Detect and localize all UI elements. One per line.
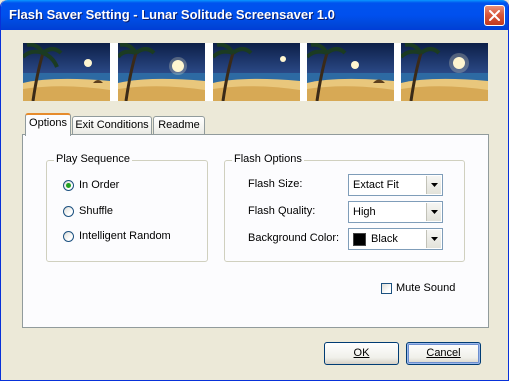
options-panel: Play Sequence In Order Shuffle Intellige…	[22, 134, 489, 328]
close-icon	[489, 10, 500, 21]
select-value: Black	[371, 233, 398, 245]
dropdown-button[interactable]	[426, 203, 441, 221]
chevron-down-icon	[431, 210, 438, 214]
screensaver-preview-banner	[23, 43, 488, 101]
radio-selected-dot	[66, 183, 71, 188]
select-value: High	[353, 206, 376, 218]
radio-button[interactable]	[63, 180, 74, 191]
select-value: Extact Fit	[353, 179, 399, 191]
tab-options[interactable]: Options	[25, 113, 71, 136]
checkbox-label: Mute Sound	[396, 282, 456, 294]
group-title: Flash Options	[232, 153, 304, 165]
background-color-select[interactable]: Black	[348, 228, 443, 250]
tab-readme[interactable]: Readme	[153, 116, 205, 135]
beach-thumbnail	[307, 43, 394, 101]
beach-thumbnail	[118, 43, 205, 101]
window-title: Flash Saver Setting - Lunar Solitude Scr…	[9, 7, 335, 22]
tab-exit-conditions[interactable]: Exit Conditions	[72, 116, 152, 135]
beach-thumbnail	[401, 43, 488, 101]
mute-sound-checkbox[interactable]: Mute Sound	[381, 282, 471, 297]
group-title: Play Sequence	[54, 153, 132, 165]
flash-size-label: Flash Size:	[248, 178, 303, 190]
cancel-button[interactable]: Cancel	[406, 342, 481, 365]
play-sequence-group: Play Sequence In Order Shuffle Intellige…	[46, 153, 208, 262]
beach-thumbnail	[213, 43, 300, 101]
button-label: OK	[353, 347, 370, 359]
tab-label: Exit Conditions	[75, 119, 149, 131]
tab-label: Readme	[158, 119, 200, 131]
color-swatch	[353, 233, 366, 246]
beach-thumbnail	[23, 43, 110, 101]
button-label: Cancel	[426, 347, 461, 359]
flash-quality-label: Flash Quality:	[248, 205, 316, 217]
radio-label: Intelligent Random	[79, 230, 171, 242]
radio-button[interactable]	[63, 206, 74, 217]
flash-size-select[interactable]: Extact Fit	[348, 174, 443, 196]
tab-label: Options	[29, 117, 67, 129]
flash-quality-select[interactable]: High	[348, 201, 443, 223]
chevron-down-icon	[431, 183, 438, 187]
background-color-label: Background Color:	[248, 232, 340, 244]
dropdown-button[interactable]	[426, 230, 441, 248]
radio-label: In Order	[79, 179, 120, 191]
flash-options-group: Flash Options Flash Size: Extact Fit Fla…	[224, 153, 465, 262]
dropdown-button[interactable]	[426, 176, 441, 194]
title-bar[interactable]: Flash Saver Setting - Lunar Solitude Scr…	[1, 0, 508, 30]
ok-button[interactable]: OK	[324, 342, 399, 365]
radio-button[interactable]	[63, 231, 74, 242]
dialog-window: Flash Saver Setting - Lunar Solitude Scr…	[0, 0, 509, 381]
radio-label: Shuffle	[79, 205, 114, 217]
checkbox[interactable]	[381, 283, 392, 294]
close-button[interactable]	[484, 5, 505, 26]
chevron-down-icon	[431, 237, 438, 241]
